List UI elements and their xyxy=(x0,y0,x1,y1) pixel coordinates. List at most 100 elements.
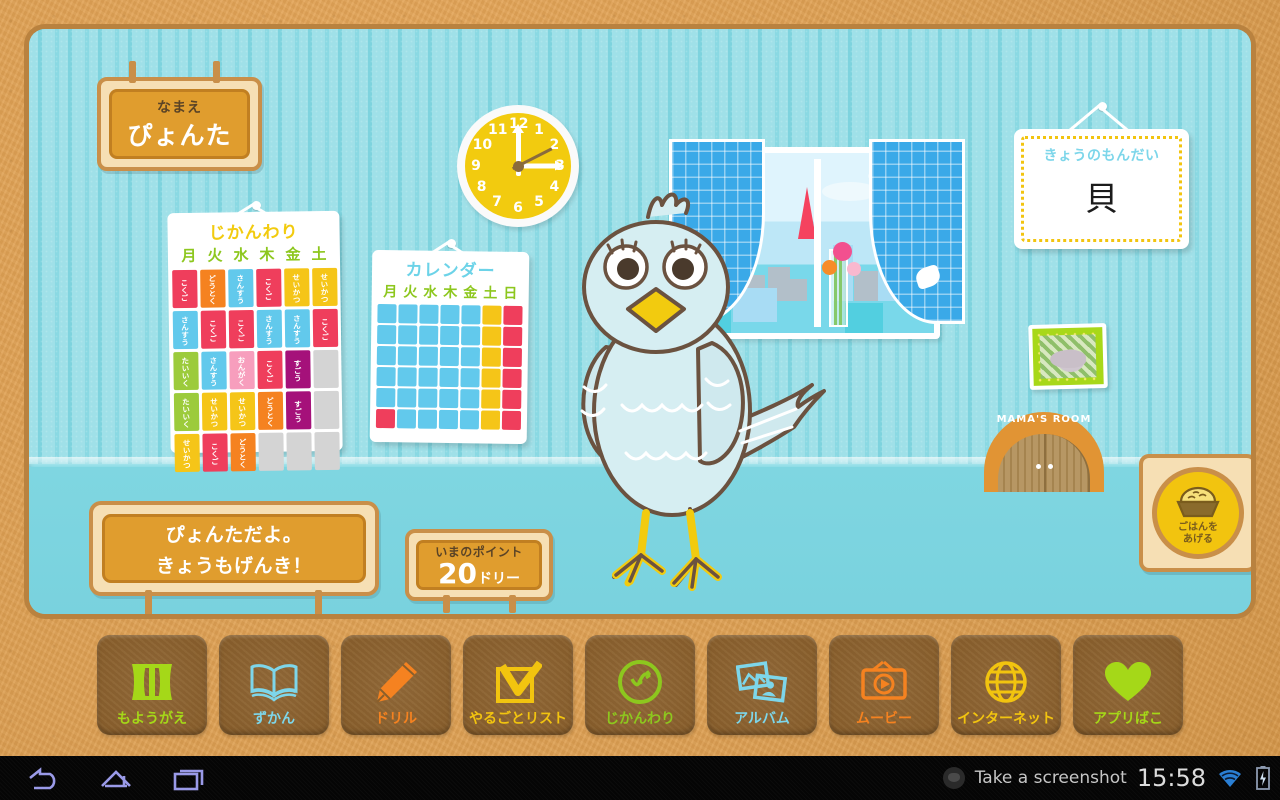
wifi-icon xyxy=(1219,769,1241,787)
menu-button-globe[interactable]: インターネット xyxy=(951,635,1061,735)
calendar-poster[interactable]: カレンダー 月火水木金土日 xyxy=(369,249,530,445)
menu-button-tv[interactable]: ムービー xyxy=(829,635,939,735)
calendar-cell[interactable] xyxy=(481,368,501,388)
timetable-cell-empty[interactable] xyxy=(313,390,339,430)
timetable-cell[interactable]: こくご xyxy=(201,433,228,472)
timetable-cell[interactable]: こくご xyxy=(256,350,283,389)
calendar-cell[interactable] xyxy=(482,305,502,325)
menu-button-book[interactable]: ずかん xyxy=(219,635,329,735)
menu-button-heart[interactable]: アプリばこ xyxy=(1073,635,1183,735)
timetable-cell[interactable]: どうとく xyxy=(199,269,226,308)
calendar-cell[interactable] xyxy=(482,326,502,346)
timetable-cell-empty[interactable] xyxy=(257,432,284,471)
recents-icon[interactable] xyxy=(172,764,208,792)
back-icon[interactable] xyxy=(26,764,60,792)
calendar-cell[interactable] xyxy=(481,347,501,367)
calendar-cell[interactable] xyxy=(397,346,418,366)
timetable-cell[interactable]: さんすう xyxy=(284,309,310,348)
calendar-cell[interactable] xyxy=(481,389,501,409)
calendar-cell[interactable] xyxy=(460,389,480,409)
calendar-cell[interactable] xyxy=(397,367,417,387)
calendar-day-header: 日 xyxy=(503,285,518,302)
daily-problem-board[interactable]: きょうのもんだい 貝 xyxy=(1014,129,1189,249)
calendar-cell[interactable] xyxy=(502,368,522,389)
timetable-cell[interactable]: せいかつ xyxy=(311,267,338,307)
timetable-cell[interactable]: せいかつ xyxy=(283,268,310,307)
calendar-cell[interactable] xyxy=(460,347,480,367)
timetable-cell[interactable]: どうとく xyxy=(229,433,256,472)
menu-button-label: ムービー xyxy=(856,711,912,727)
timetable-cell[interactable]: せいかつ xyxy=(201,392,227,431)
timetable-cell[interactable]: さんすう xyxy=(200,351,227,390)
calendar-cell[interactable] xyxy=(503,326,523,347)
notification-icon[interactable] xyxy=(942,767,965,789)
timetable-cell[interactable]: こくご xyxy=(228,310,254,349)
calendar-cell[interactable] xyxy=(418,367,438,387)
timetable-cell-empty[interactable] xyxy=(313,431,340,471)
calendar-cell[interactable] xyxy=(396,409,417,429)
calendar-cell[interactable] xyxy=(461,305,481,325)
calendar-cell[interactable] xyxy=(460,368,480,388)
calendar-cell[interactable] xyxy=(397,388,417,408)
menu-button-checkbox[interactable]: やるごとリスト xyxy=(463,635,573,735)
calendar-cell[interactable] xyxy=(375,408,396,429)
photo-frame[interactable] xyxy=(1028,322,1108,391)
timetable-cell[interactable]: すごう xyxy=(284,350,311,389)
calendar-cell[interactable] xyxy=(502,347,522,368)
calendar-cell[interactable] xyxy=(501,410,522,431)
calendar-cell[interactable] xyxy=(418,388,438,408)
menu-button-photos[interactable]: アルバム xyxy=(707,635,817,735)
timetable-cell[interactable]: たいいく xyxy=(173,392,199,432)
bird-character[interactable] xyxy=(544,179,844,599)
timetable-cell[interactable]: こくご xyxy=(312,308,338,348)
timetable-cell-empty[interactable] xyxy=(312,349,339,389)
calendar-cell[interactable] xyxy=(439,346,459,367)
calendar-cell[interactable] xyxy=(440,304,460,325)
calendar-cell[interactable] xyxy=(438,409,459,430)
name-plate[interactable]: なまえ ぴょんた xyxy=(97,61,262,171)
calendar-cell[interactable] xyxy=(376,366,396,387)
timetable-cell[interactable]: こくご xyxy=(200,310,226,349)
calendar-cell[interactable] xyxy=(440,325,460,346)
calendar-cell[interactable] xyxy=(376,345,397,366)
timetable-cell[interactable]: こくご xyxy=(171,269,198,309)
calendar-cell[interactable] xyxy=(418,346,439,366)
timetable-cell[interactable]: どうとく xyxy=(257,391,283,430)
timetable-cell[interactable]: さんすう xyxy=(227,269,254,308)
calendar-cell[interactable] xyxy=(377,324,397,345)
points-board[interactable]: いまのポイント 20 ドリー xyxy=(405,529,553,613)
calendar-cell[interactable] xyxy=(419,325,439,345)
timetable-cell[interactable]: おんがく xyxy=(228,351,255,390)
calendar-cell[interactable] xyxy=(439,388,459,409)
calendar-cell[interactable] xyxy=(461,326,481,346)
timetable-cell[interactable]: すごう xyxy=(285,391,311,430)
timetable-cell[interactable]: こくご xyxy=(255,268,282,307)
calendar-cell[interactable] xyxy=(419,304,439,324)
timetable-cell[interactable]: さんすう xyxy=(172,310,198,350)
timetable-cell-empty[interactable] xyxy=(285,432,312,471)
calendar-cell[interactable] xyxy=(480,410,501,430)
calendar-cell[interactable] xyxy=(439,367,459,388)
calendar-cell[interactable] xyxy=(503,305,523,326)
timetable-poster[interactable]: じかんわり 月火水木金土 こくご どうとく さんすう こくご せいかつ せいかつ さんすうこ… xyxy=(167,210,343,473)
calendar-cell[interactable] xyxy=(376,387,396,408)
mamas-room-door[interactable]: MAMA'S ROOM xyxy=(984,412,1104,492)
speech-board[interactable]: ぴょんただよ。 きょうもげんき！ xyxy=(89,501,379,614)
home-icon[interactable] xyxy=(98,764,134,792)
menu-button-curtain[interactable]: もようがえ xyxy=(97,635,207,735)
menu-button-pencil[interactable]: ドリル xyxy=(341,635,451,735)
calendar-cell[interactable] xyxy=(377,303,397,324)
calendar-cell[interactable] xyxy=(398,304,418,324)
timetable-cell[interactable]: せいかつ xyxy=(229,392,255,431)
menu-button-clock[interactable]: じかんわり xyxy=(585,635,695,735)
timetable-cell[interactable]: たいいく xyxy=(172,351,199,391)
timetable-cell[interactable]: さんすう xyxy=(256,309,282,348)
calendar-cell[interactable] xyxy=(398,325,418,345)
feed-line-2: あげる xyxy=(1183,534,1213,545)
calendar-cell[interactable] xyxy=(417,409,438,429)
feed-panel[interactable]: ごはんを あげる xyxy=(1139,454,1251,572)
feed-button[interactable]: ごはんを あげる xyxy=(1152,467,1244,559)
timetable-cell[interactable]: せいかつ xyxy=(173,433,200,473)
calendar-cell[interactable] xyxy=(502,389,522,410)
calendar-cell[interactable] xyxy=(459,410,480,430)
